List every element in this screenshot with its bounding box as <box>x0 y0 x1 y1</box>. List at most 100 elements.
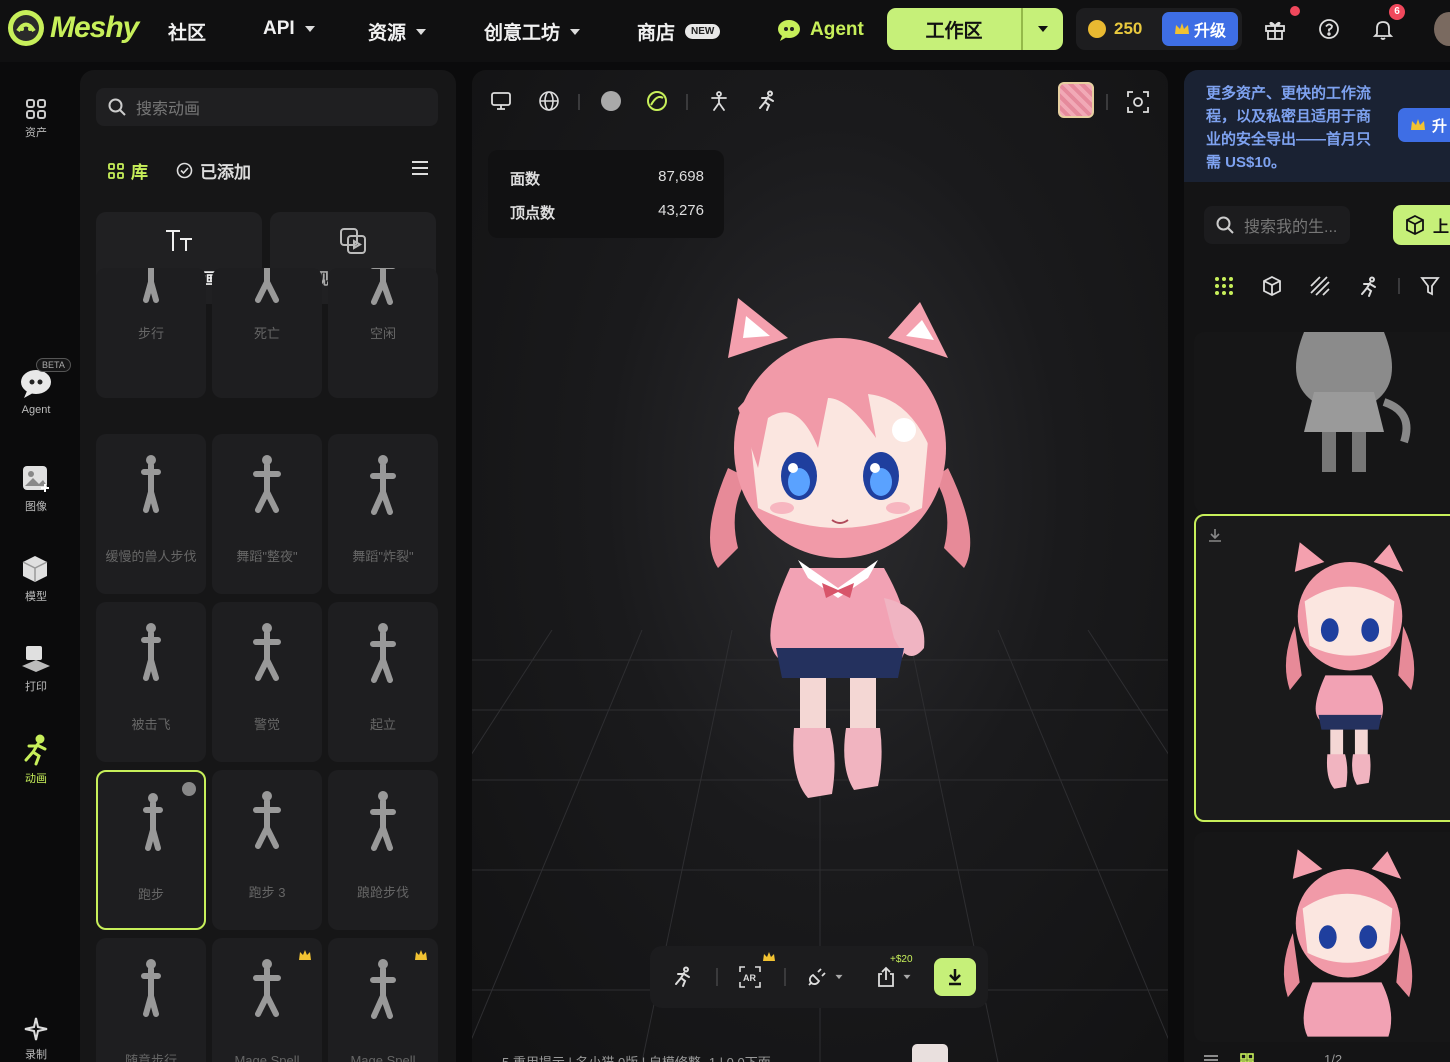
running-figure-icon[interactable] <box>1358 276 1380 298</box>
tab-added[interactable]: 已添加 <box>176 158 251 183</box>
mesh-stats-panel: 面数 87,698 顶点数 43,276 <box>488 150 724 238</box>
character-model[interactable] <box>698 298 982 804</box>
3d-viewport[interactable]: 面数 87,698 顶点数 43,276 AR +$20 <box>472 70 1168 1062</box>
rail-model[interactable]: 模型 <box>0 554 72 604</box>
running-figure-icon <box>24 734 47 766</box>
animation-search-input[interactable]: 搜索动画 <box>96 88 438 126</box>
animation-card-label: 跑步 <box>137 887 164 902</box>
animation-card[interactable]: 警觉 <box>212 602 322 762</box>
toolbar-divider <box>1398 278 1400 294</box>
gift-icon[interactable] <box>1264 18 1286 40</box>
nav-agent[interactable]: Agent <box>776 17 864 43</box>
generation-card-selected[interactable] <box>1194 514 1450 822</box>
export-dropdown[interactable] <box>876 966 912 988</box>
promo-upgrade-label: 升 <box>1432 117 1448 135</box>
search-icon <box>108 98 126 116</box>
animation-card[interactable]: 跑步 <box>96 770 206 930</box>
credits-widget[interactable]: 250 升级 <box>1076 8 1242 50</box>
skeleton-icon[interactable] <box>708 90 730 112</box>
animation-card[interactable]: 跑步 3 <box>212 770 322 930</box>
animation-pose-preview <box>328 452 438 542</box>
animation-card[interactable]: 死亡 <box>212 268 322 398</box>
upgrade-button[interactable]: 升级 <box>1161 12 1238 46</box>
character-preview <box>1283 849 1413 1037</box>
generation-card[interactable] <box>1194 832 1450 1042</box>
promo-upgrade-button[interactable]: 升 <box>1398 108 1450 142</box>
coin-icon <box>1088 20 1106 38</box>
animation-card[interactable]: 被击飞 <box>96 602 206 762</box>
tab-library[interactable]: 库 <box>108 158 148 183</box>
footer-thumbnail[interactable] <box>912 1044 948 1062</box>
workspace-button[interactable]: 工作区 <box>887 8 1063 50</box>
avatar[interactable] <box>1434 12 1450 46</box>
tab-library-label: 库 <box>131 163 148 182</box>
rail-image[interactable]: 图像 <box>0 464 72 514</box>
nav-resources[interactable]: 资源 <box>368 18 427 45</box>
nav-api[interactable]: API <box>263 18 315 40</box>
print-3d-icon <box>22 646 50 672</box>
bell-icon[interactable] <box>1372 18 1394 40</box>
upload-button[interactable]: 上 <box>1393 205 1450 245</box>
dots-grid-icon[interactable] <box>1214 276 1234 296</box>
library-tabs: 库 已添加 <box>108 158 251 183</box>
crown-icon <box>1411 119 1425 130</box>
animation-card[interactable]: 舞蹈"炸裂" <box>328 434 438 594</box>
grid-view-icon[interactable] <box>1240 1053 1254 1062</box>
rail-print[interactable]: 打印 <box>0 644 72 694</box>
toolbar-divider <box>686 94 688 110</box>
wireframe-sphere-icon[interactable] <box>538 90 560 112</box>
search-icon <box>1216 216 1234 234</box>
animation-card[interactable]: 缓慢的兽人步伐 <box>96 434 206 594</box>
list-menu-icon[interactable] <box>411 160 429 176</box>
focus-target-icon[interactable] <box>1126 90 1150 114</box>
animation-card[interactable]: 起立 <box>328 602 438 762</box>
animation-card[interactable]: 步行 <box>96 268 206 398</box>
list-view-icon[interactable] <box>1204 1054 1218 1062</box>
animation-card-label: 踉跄步伐 <box>356 885 409 900</box>
upload-label: 上 <box>1433 219 1450 236</box>
generation-card[interactable] <box>1194 332 1450 512</box>
promo-banner: 更多资产、更快的工作流程，以及私密且适用于商业的安全导出——首月只需 US$10… <box>1184 70 1450 182</box>
cube-icon[interactable] <box>1262 276 1282 296</box>
tab-added-label: 已添加 <box>200 163 251 182</box>
rail-agent[interactable]: BETA Agent <box>0 358 72 416</box>
animation-card-label: 缓慢的兽人步伐 <box>105 549 197 564</box>
meshy-logo[interactable]: Meshy <box>8 10 139 46</box>
workspace-dropdown-toggle[interactable] <box>1021 8 1063 50</box>
animation-card[interactable]: 随意步行 <box>96 938 206 1062</box>
rail-animation[interactable]: 动画 <box>0 734 72 786</box>
animation-card[interactable]: 空闲 <box>328 268 438 398</box>
generations-search-input[interactable]: 搜索我的生... <box>1204 206 1350 244</box>
plugin-dropdown[interactable] <box>806 966 844 988</box>
nav-community[interactable]: 社区 <box>168 18 206 45</box>
animation-pose-preview <box>96 620 206 710</box>
animation-card[interactable]: 踉跄步伐 <box>328 770 438 930</box>
textured-sphere-icon[interactable] <box>646 90 668 112</box>
ar-icon[interactable]: AR <box>738 965 762 989</box>
texture-hatch-icon[interactable] <box>1310 276 1330 296</box>
animation-library-panel: 搜索动画 库 已添加 文本转动画 视频转动画 步行死亡空闲缓慢的兽人步伐舞蹈"整… <box>80 70 456 1062</box>
solid-sphere-icon[interactable] <box>600 90 622 112</box>
animation-card[interactable]: Mage Spell <box>328 938 438 1062</box>
upgrade-label: 升级 <box>1193 23 1226 40</box>
generations-panel: 更多资产、更快的工作流程，以及私密且适用于商业的安全导出——首月只需 US$10… <box>1184 70 1450 1062</box>
monitor-icon[interactable] <box>490 90 512 112</box>
filter-icon[interactable] <box>1420 276 1440 296</box>
download-button[interactable] <box>934 958 976 996</box>
texture-thumbnail[interactable] <box>1058 82 1094 118</box>
help-icon[interactable] <box>1318 18 1340 40</box>
running-figure-icon[interactable] <box>672 966 694 988</box>
animation-card-label: Mage Spell <box>234 1053 300 1062</box>
rail-assets[interactable]: 资产 <box>0 98 72 140</box>
nav-store[interactable]: 商店 NEW <box>637 18 721 45</box>
promo-text: 更多资产、更快的工作流程，以及私密且适用于商业的安全导出——首月只需 US$10… <box>1206 85 1372 171</box>
faces-label: 面数 <box>510 171 541 188</box>
crown-icon <box>298 950 312 961</box>
credits-value: 250 <box>1114 19 1143 38</box>
nav-workshop[interactable]: 创意工坊 <box>484 18 581 45</box>
top-navigation-bar: Meshy 社区 API 资源 创意工坊 商店 NEW Agent 工作区 250… <box>0 0 1450 62</box>
animation-card[interactable]: 舞蹈"整夜" <box>212 434 322 594</box>
animation-card[interactable]: Mage Spell <box>212 938 322 1062</box>
rail-record[interactable]: 录制 <box>0 1016 72 1062</box>
running-figure-icon[interactable] <box>756 90 778 112</box>
